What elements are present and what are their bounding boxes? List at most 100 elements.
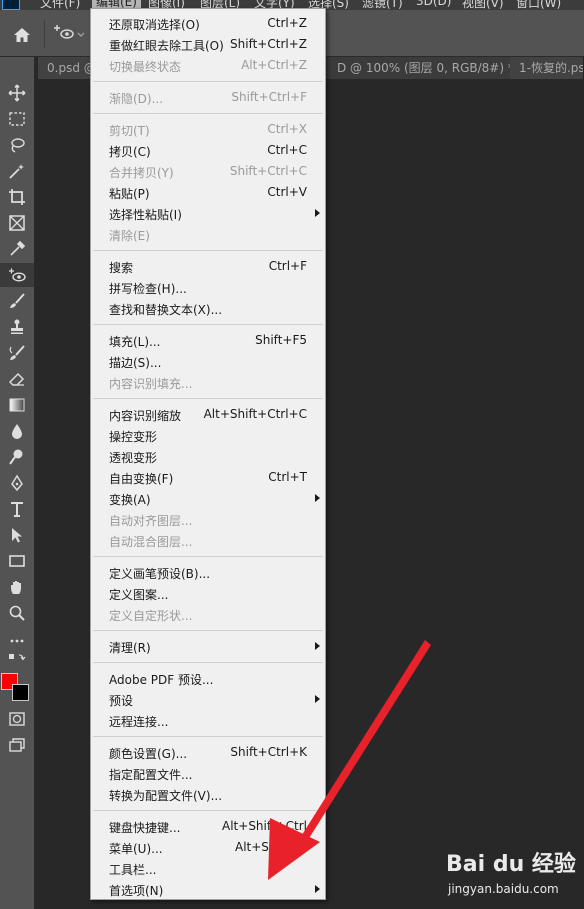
rectangle-tool-icon	[9, 555, 25, 567]
menu-item-label: 定义自定形状...	[109, 609, 193, 623]
edit-menu-item[interactable]: 描边(S)...	[91, 351, 325, 371]
type-tool-icon	[11, 502, 23, 517]
edit-menu-item[interactable]: 还原取消选择(O) Ctrl+Z	[91, 13, 325, 33]
menu-item-shortcut: Shift+Ctrl+Z	[230, 37, 307, 51]
menu-item-shortcut: Ctrl+T	[268, 470, 307, 484]
menu-3d[interactable]: 3D(D)	[416, 0, 451, 8]
more-tools-icon	[10, 639, 24, 643]
menu-item-label: 操控变形	[109, 430, 158, 444]
edit-menu-item[interactable]: 颜色设置(G)... Shift+Ctrl+K	[91, 742, 325, 762]
home-button[interactable]	[8, 24, 36, 46]
quick-mask-icon	[9, 712, 25, 726]
edit-menu-item[interactable]: 查找和替换文本(X)...	[91, 298, 325, 318]
menu-filter[interactable]: 滤镜(T)	[362, 0, 403, 10]
blur-tool[interactable]	[0, 419, 34, 443]
edit-menu-item[interactable]: 指定配置文件...	[91, 763, 325, 783]
watermark-title: Bai du 经验	[446, 852, 576, 877]
menu-item-label: 键盘快捷键...	[109, 821, 181, 835]
eyedropper-icon	[10, 240, 26, 256]
document-tab-active[interactable]: D @ 100% (图层 0, RGB/8#) *×	[328, 57, 518, 79]
pen-tool[interactable]	[0, 471, 34, 495]
submenu-arrow-icon	[315, 695, 320, 703]
stamp-tool[interactable]	[0, 315, 34, 339]
dodge-tool[interactable]	[0, 445, 34, 469]
edit-menu-item[interactable]: 选择性粘贴(I)	[91, 203, 325, 223]
frame-tool[interactable]	[0, 211, 34, 235]
zoom-tool[interactable]	[0, 601, 34, 625]
tools-panel	[0, 57, 35, 909]
edit-menu-item[interactable]: 菜单(U)... Alt+Shift+C	[91, 837, 325, 857]
crop-tool[interactable]	[0, 185, 34, 209]
screen-mode[interactable]	[0, 733, 34, 757]
menu-item-label: 自由变换(F)	[109, 472, 174, 486]
background-color-swatch[interactable]	[12, 684, 29, 701]
more-tools[interactable]	[0, 629, 34, 653]
brush-tool[interactable]	[0, 289, 34, 313]
menu-item-label: 自动对齐图层...	[109, 514, 193, 528]
eraser-icon	[8, 372, 25, 386]
edit-menu-item[interactable]: Adobe PDF 预设...	[91, 668, 325, 688]
menu-window[interactable]: 窗口(W)	[516, 0, 561, 10]
document-tab[interactable]: 1-恢复的.ps	[510, 57, 584, 79]
menu-view[interactable]: 视图(V)	[462, 0, 504, 10]
rectangle-tool[interactable]	[0, 549, 34, 573]
edit-menu-item[interactable]: 内容识别缩放 Alt+Shift+Ctrl+C	[91, 404, 325, 424]
edit-menu-item[interactable]: 定义画笔预设(B)...	[91, 562, 325, 582]
edit-menu-item[interactable]: 粘贴(P) Ctrl+V	[91, 182, 325, 202]
edit-menu-item[interactable]: 键盘快捷键... Alt+Shift+Ctrl	[91, 816, 325, 836]
edit-menu-item[interactable]: 预设	[91, 689, 325, 709]
eraser-tool[interactable]	[0, 367, 34, 391]
edit-menu-item[interactable]: 转换为配置文件(V)...	[91, 784, 325, 804]
marquee-tool[interactable]	[0, 107, 34, 131]
swap-colors[interactable]	[0, 653, 34, 667]
quick-mask-mode[interactable]	[0, 707, 34, 731]
menu-separator	[93, 810, 323, 811]
edit-menu-item: 合并拷贝(Y) Shift+Ctrl+C	[91, 161, 325, 181]
menu-item-label: 定义画笔预设(B)...	[109, 567, 211, 581]
magic-wand-tool[interactable]	[0, 159, 34, 183]
menu-item-shortcut: Ctrl+F	[268, 259, 307, 273]
edit-menu-item[interactable]: 操控变形	[91, 425, 325, 445]
menu-file[interactable]: 文件(F)	[40, 0, 80, 10]
menu-separator	[93, 113, 323, 114]
red-eye-tool-icon	[9, 268, 26, 282]
edit-menu-item[interactable]: 首选项(N)	[91, 879, 325, 899]
tab-label: 0.psd @	[47, 61, 92, 75]
edit-menu-item[interactable]: 填充(L)... Shift+F5	[91, 330, 325, 350]
edit-menu-item[interactable]: 拼写检查(H)...	[91, 277, 325, 297]
edit-menu-item[interactable]: 重做红眼去除工具(O) Shift+Ctrl+Z	[91, 34, 325, 54]
edit-menu-item[interactable]: 工具栏...	[91, 858, 325, 878]
eyedropper-tool[interactable]	[0, 237, 34, 261]
hand-tool-icon	[11, 581, 21, 594]
edit-menu-item[interactable]: 透视变形	[91, 446, 325, 466]
menu-item-label: 剪切(T)	[109, 124, 150, 138]
edit-menu-item[interactable]: 搜索 Ctrl+F	[91, 256, 325, 276]
hand-tool[interactable]	[0, 575, 34, 599]
menu-separator	[93, 250, 323, 251]
lasso-tool-icon	[11, 138, 25, 153]
path-selection-tool[interactable]	[0, 523, 34, 547]
document-tab[interactable]: 0.psd @	[38, 57, 92, 79]
tool-preset-picker[interactable]	[52, 22, 92, 46]
edit-menu-item[interactable]: 定义图案...	[91, 583, 325, 603]
type-tool[interactable]	[0, 497, 34, 521]
menu-item-label: 工具栏...	[109, 863, 157, 877]
submenu-arrow-icon	[315, 209, 320, 217]
edit-menu-item[interactable]: 拷贝(C) Ctrl+C	[91, 140, 325, 160]
menu-item-label: 内容识别填充...	[109, 377, 193, 391]
history-brush-tool[interactable]	[0, 341, 34, 365]
history-brush-icon	[9, 345, 25, 360]
lasso-tool[interactable]	[0, 133, 34, 157]
brush-tool-icon	[10, 293, 25, 308]
menu-item-label: 预设	[109, 694, 134, 708]
move-tool[interactable]	[0, 81, 34, 105]
gradient-tool[interactable]	[0, 393, 34, 417]
edit-menu-item[interactable]: 自由变换(F) Ctrl+T	[91, 467, 325, 487]
move-tool-icon	[8, 84, 26, 102]
tab-label: D @ 100% (图层 0, RGB/8#) *	[337, 61, 514, 75]
red-eye-tool[interactable]	[0, 263, 34, 287]
edit-menu-item[interactable]: 清理(R)	[91, 636, 325, 656]
edit-menu-item[interactable]: 远程连接...	[91, 710, 325, 730]
menu-item-shortcut: Shift+Ctrl+K	[230, 745, 307, 759]
edit-menu-item[interactable]: 变换(A)	[91, 488, 325, 508]
